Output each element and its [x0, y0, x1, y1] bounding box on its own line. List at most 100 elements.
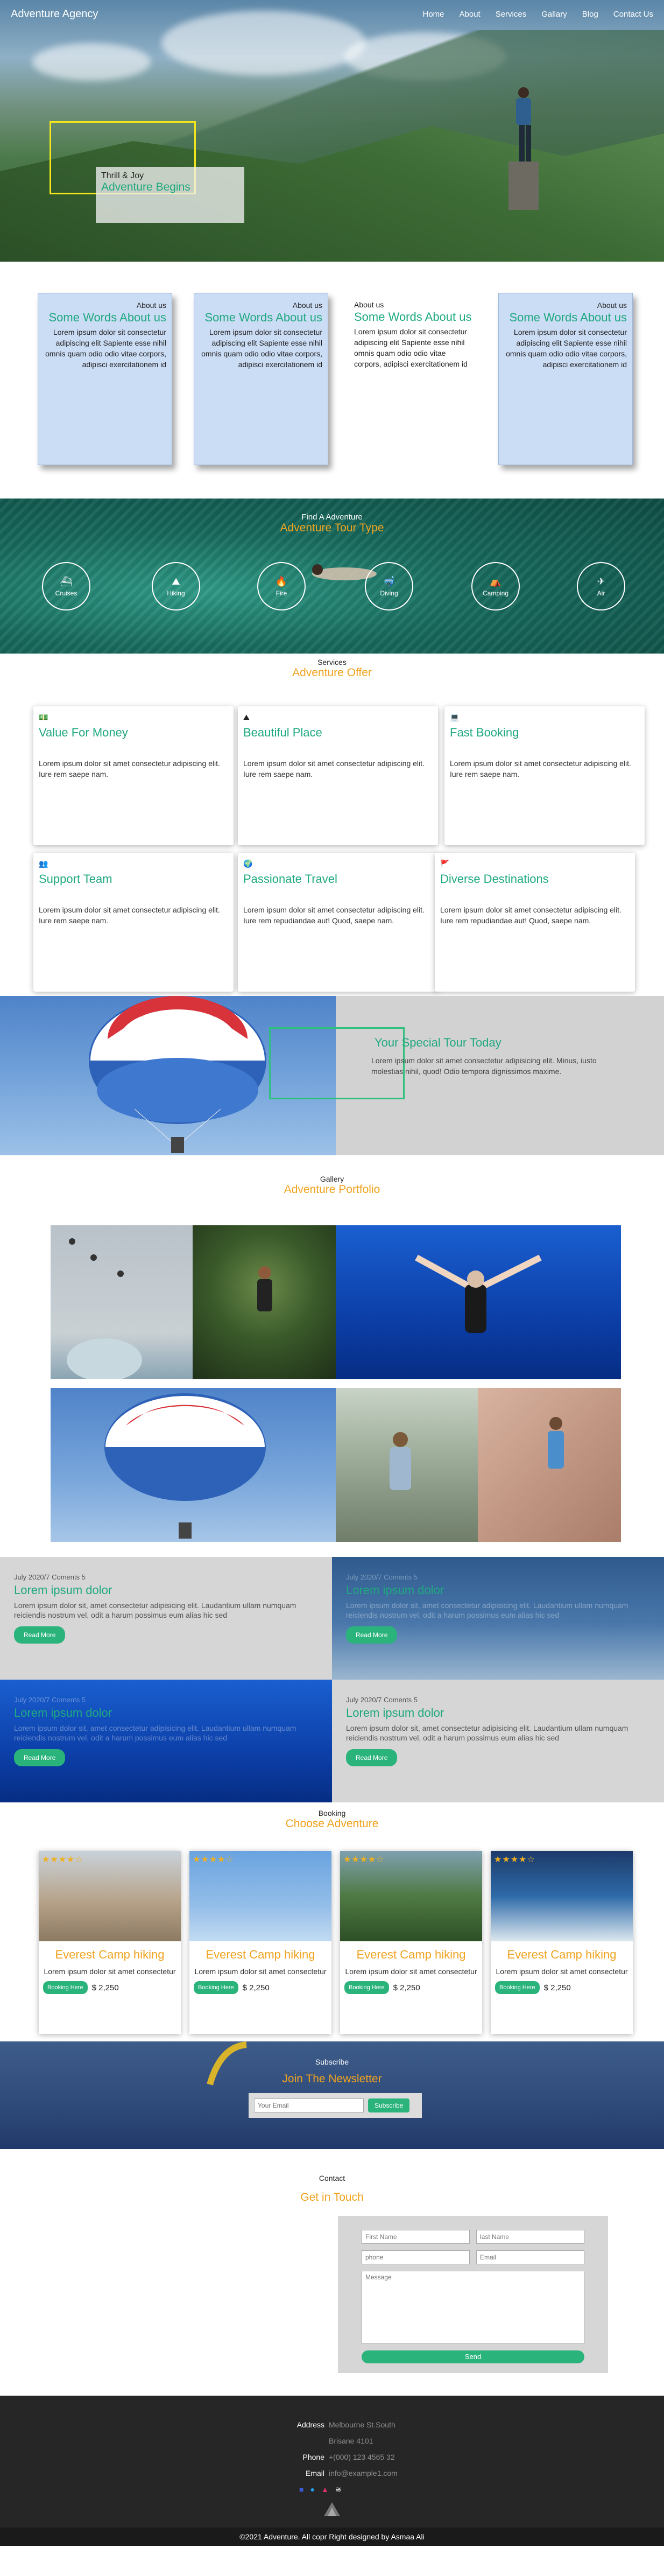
- post-title[interactable]: Lorem ipsum dolor: [14, 1583, 318, 1597]
- about-small: About us: [292, 301, 322, 310]
- footer-logo-icon: [323, 2501, 341, 2517]
- tour-type-diving[interactable]: 🤿 Diving: [365, 562, 413, 610]
- globe-icon: 🌍: [243, 859, 253, 868]
- footer-email[interactable]: info@example1.com: [329, 2469, 404, 2477]
- about-card: About us Some Words About us Lorem ipsum…: [38, 293, 172, 465]
- post-title[interactable]: Lorem ipsum dolor: [346, 1583, 650, 1597]
- gallery-image-zipline[interactable]: [193, 1225, 336, 1379]
- service-body: Lorem ipsum dolor sit amet consectetur a…: [450, 759, 631, 778]
- post-title[interactable]: Lorem ipsum dolor: [346, 1706, 650, 1720]
- newsletter-form: Subscribe: [249, 2093, 422, 2118]
- first-name-field[interactable]: [362, 2230, 470, 2244]
- hero-section: Adventure Agency Home About Services Gal…: [0, 0, 664, 262]
- booking-title: Everest Camp hiking: [206, 1948, 315, 1961]
- service-body: Lorem ipsum dolor sit amet consectetur a…: [243, 906, 425, 925]
- booking-here-button[interactable]: Booking Here: [43, 1981, 88, 1994]
- post-title[interactable]: Lorem ipsum dolor: [14, 1706, 318, 1720]
- footer-phone[interactable]: +(000) 123 4565 32: [329, 2453, 404, 2461]
- last-name-field[interactable]: [476, 2230, 584, 2244]
- nav-menu: Home About Services Gallary Blog Contact…: [423, 10, 654, 19]
- brand-logo[interactable]: Adventure Agency: [11, 8, 98, 20]
- nav-services[interactable]: Services: [496, 10, 527, 19]
- fire-icon: 🔥: [275, 575, 288, 587]
- blog-post: July 2020/7 Coments 5 Lorem ipsum dolor …: [332, 1680, 664, 1802]
- email-field[interactable]: [476, 2250, 584, 2264]
- about-card: About us Some Words About us Lorem ipsum…: [194, 293, 328, 465]
- gallery-image-swings[interactable]: [51, 1225, 193, 1379]
- tour-type-label: Diving: [380, 589, 398, 597]
- booking-image: ★★★★☆: [340, 1851, 482, 1941]
- instagram-icon[interactable]: ▲: [321, 2485, 329, 2494]
- nav-about[interactable]: About: [460, 10, 481, 19]
- read-more-button[interactable]: Read More: [14, 1749, 66, 1766]
- about-card: About us Some Words About us Lorem ipsum…: [498, 293, 633, 465]
- gallery-image-snorkel[interactable]: [336, 1225, 621, 1379]
- post-meta: July 2020/7 Coments 5: [346, 1696, 418, 1704]
- newsletter-section: Subscribe Join The Newsletter Subscribe: [0, 2041, 664, 2149]
- booking-title: Everest Camp hiking: [55, 1948, 165, 1961]
- diving-icon: 🤿: [383, 575, 395, 587]
- message-field[interactable]: [362, 2271, 584, 2344]
- ship-icon: ⛴: [60, 575, 73, 587]
- about-title: Some Words About us: [509, 311, 627, 324]
- service-card: 💻 Fast Booking Lorem ipsum dolor sit ame…: [444, 706, 645, 845]
- service-body: Lorem ipsum dolor sit amet consectetur a…: [39, 759, 220, 778]
- facebook-icon[interactable]: ■: [299, 2485, 303, 2494]
- twitter-icon[interactable]: ●: [310, 2485, 314, 2494]
- gallery-image-climbing[interactable]: [478, 1388, 621, 1542]
- booking-here-button[interactable]: Booking Here: [194, 1981, 238, 1994]
- post-meta: July 2020/7 Coments 5: [14, 1573, 86, 1581]
- footer-address-line2: Brisane 4101: [329, 2437, 373, 2445]
- phone-field[interactable]: [362, 2250, 470, 2264]
- about-card: About us Some Words About us Lorem ipsum…: [349, 293, 483, 465]
- post-body: Lorem ipsum dolor sit, amet consectetur …: [346, 1601, 628, 1619]
- section-kicker: Find A Adventure: [301, 513, 363, 522]
- service-card: 👥 Support Team Lorem ipsum dolor sit ame…: [33, 853, 234, 992]
- nav-gallery[interactable]: Gallary: [541, 10, 567, 19]
- copyright-text: ©2021 Adventure. All copr Right designed…: [0, 2528, 664, 2546]
- read-more-button[interactable]: Read More: [346, 1626, 398, 1644]
- tour-type-hiking[interactable]: ⛰ Hiking: [152, 562, 200, 610]
- newsletter-email-input[interactable]: [254, 2098, 364, 2112]
- section-kicker: Subscribe: [315, 2058, 349, 2066]
- about-small: About us: [597, 301, 627, 310]
- read-more-button[interactable]: Read More: [346, 1749, 398, 1766]
- hero-caption: Thrill & Joy Adventure Begins: [96, 167, 244, 223]
- read-more-button[interactable]: Read More: [14, 1626, 66, 1644]
- gallery-image-parachute[interactable]: [51, 1388, 336, 1542]
- booking-price: $ 2,250: [393, 1983, 420, 1992]
- wifi-icon[interactable]: ≋: [335, 2485, 342, 2494]
- booking-price: $ 2,250: [543, 1983, 571, 1992]
- booking-image: ★★★★☆: [39, 1851, 181, 1941]
- gallery-image-cliff[interactable]: [336, 1388, 478, 1542]
- send-button[interactable]: Send: [362, 2350, 584, 2363]
- place-icon: ⛰: [243, 713, 250, 721]
- tour-type-air[interactable]: ✈ Air: [577, 562, 625, 610]
- booking-image: ★★★★☆: [491, 1851, 633, 1941]
- booking-here-button[interactable]: Booking Here: [495, 1981, 540, 1994]
- section-title: Adventure Offer: [292, 666, 372, 679]
- booking-body: Lorem ipsum dolor sit amet consectetur: [345, 1967, 477, 1976]
- tour-type-label: Air: [597, 589, 605, 597]
- subscribe-button[interactable]: Subscribe: [368, 2098, 410, 2112]
- nav-contact[interactable]: Contact Us: [613, 10, 653, 19]
- top-navbar: Adventure Agency Home About Services Gal…: [0, 0, 664, 28]
- about-body: Lorem ipsum dolor sit consectetur adipis…: [201, 328, 322, 369]
- section-title: Adventure Tour Type: [280, 522, 384, 534]
- booking-here-button[interactable]: Booking Here: [344, 1981, 389, 1994]
- service-card: 🚩 Diverse Destinations Lorem ipsum dolor…: [435, 853, 635, 992]
- hiker-figure: [508, 87, 539, 210]
- tour-type-cruises[interactable]: ⛴ Cruises: [42, 562, 90, 610]
- tour-type-fire[interactable]: 🔥 Fire: [257, 562, 306, 610]
- service-title: Passionate Travel: [243, 872, 337, 886]
- services-section: Services Adventure Offer 💵 Value For Mon…: [0, 654, 664, 996]
- service-card: 💵 Value For Money Lorem ipsum dolor sit …: [33, 706, 234, 845]
- laptop-icon: 💻: [450, 713, 460, 721]
- about-body: Lorem ipsum dolor sit consectetur adipis…: [354, 327, 468, 368]
- tour-type-camping[interactable]: ⛺ Camping: [471, 562, 520, 610]
- team-icon: 👥: [39, 859, 48, 868]
- nav-blog[interactable]: Blog: [582, 10, 598, 19]
- about-small: About us: [136, 301, 166, 310]
- section-kicker: Gallery: [320, 1175, 344, 1183]
- nav-home[interactable]: Home: [423, 10, 444, 19]
